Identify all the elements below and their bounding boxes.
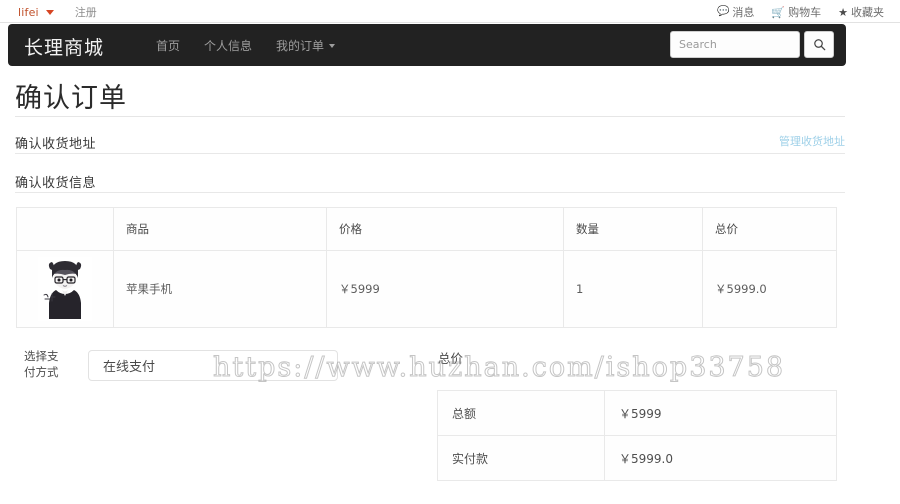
payment-method-label-line1: 选择支 (24, 349, 59, 363)
topbar-right-group: 💬 消息 🛒 购物车 ★ 收藏夹 (717, 4, 884, 20)
cell-quantity: 1 (563, 250, 703, 328)
header-thumbnail (16, 207, 114, 251)
nav-item-profile[interactable]: 个人信息 (204, 37, 252, 54)
order-items-table-head: 商品 价格 数量 总价 (16, 207, 837, 251)
order-items-table: 商品 价格 数量 总价 苹果手机 ￥5999 1 ￥5999.0 (16, 207, 837, 328)
messages-label: 消息 (732, 6, 755, 19)
section-address-divider (15, 153, 845, 154)
main-navbar: 长理商城 首页 个人信息 我的订单 (8, 24, 846, 66)
site-brand[interactable]: 长理商城 (24, 33, 104, 60)
current-username[interactable]: lifei (18, 6, 39, 19)
header-price: 价格 (326, 207, 564, 251)
summary-title: 总价 (438, 351, 464, 366)
payment-method-select[interactable]: 在线支付 (88, 350, 338, 381)
payment-method-selected-value: 在线支付 (103, 360, 156, 375)
page-title: 确认订单 (15, 83, 127, 114)
topbar-left-group: lifei 注册 (18, 4, 97, 20)
table-row: 苹果手机 ￥5999 1 ￥5999.0 (16, 250, 837, 328)
cell-subtotal: ￥5999.0 (702, 250, 837, 328)
summary-payable-label: 实付款 (437, 435, 605, 481)
header-subtotal: 总价 (702, 207, 837, 251)
navbar-links: 首页 个人信息 我的订单 (156, 24, 336, 66)
summary-row-total: 总额 ￥5999 (437, 390, 837, 436)
nav-item-home[interactable]: 首页 (156, 37, 180, 54)
payment-method-label: 选择支 付方式 (24, 348, 76, 380)
register-link[interactable]: 注册 (75, 4, 97, 20)
payment-method-label-line2: 付方式 (24, 365, 59, 379)
summary-total-value: ￥5999 (604, 390, 837, 436)
order-items-table-body: 苹果手机 ￥5999 1 ￥5999.0 (16, 250, 837, 328)
product-thumbnail-icon[interactable] (38, 257, 92, 321)
table-header-row: 商品 价格 数量 总价 (16, 207, 837, 251)
section-info-divider (15, 192, 845, 193)
summary-row-payable: 实付款 ￥5999.0 (437, 435, 837, 481)
shopping-cart-label: 购物车 (788, 6, 822, 19)
search-input[interactable] (670, 31, 800, 58)
top-utility-bar: lifei 注册 💬 消息 🛒 购物车 ★ 收藏夹 (0, 0, 900, 23)
summary-payable-value: ￥5999.0 (604, 435, 837, 481)
section-confirm-address: 确认收货地址 管理收货地址 (15, 133, 845, 157)
search-button[interactable] (804, 31, 834, 58)
section-confirm-address-label: 确认收货地址 (15, 137, 97, 152)
order-summary-body: 总额 ￥5999 实付款 ￥5999.0 (437, 390, 837, 481)
star-icon: ★ (838, 5, 848, 19)
chevron-down-icon (329, 44, 336, 48)
chevron-down-icon[interactable] (45, 9, 54, 15)
header-product: 商品 (113, 207, 327, 251)
order-summary-table: 总额 ￥5999 实付款 ￥5999.0 (437, 390, 837, 481)
nav-item-home-label: 首页 (156, 38, 181, 53)
cell-thumbnail (16, 250, 114, 328)
nav-item-my-orders-label: 我的订单 (276, 38, 325, 53)
nav-item-my-orders[interactable]: 我的订单 (276, 37, 336, 54)
title-divider (15, 116, 845, 117)
section-confirm-info-label: 确认收货信息 (15, 176, 97, 191)
shopping-cart-icon: 🛒 (771, 5, 786, 19)
message-bubble-icon: 💬 (716, 6, 730, 17)
shopping-cart-link[interactable]: 🛒 购物车 (771, 4, 821, 20)
search-box (670, 31, 834, 58)
manage-address-link[interactable]: 管理收货地址 (779, 133, 845, 149)
header-quantity: 数量 (563, 207, 703, 251)
summary-total-label: 总额 (437, 390, 605, 436)
search-icon (813, 39, 825, 51)
favorites-label: 收藏夹 (851, 6, 884, 19)
cell-price: ￥5999 (326, 250, 564, 328)
favorites-link[interactable]: ★ 收藏夹 (838, 4, 884, 20)
messages-link[interactable]: 💬 消息 (717, 4, 754, 20)
nav-item-profile-label: 个人信息 (204, 38, 253, 53)
section-confirm-info: 确认收货信息 (15, 172, 845, 196)
cell-product-name: 苹果手机 (113, 250, 327, 328)
